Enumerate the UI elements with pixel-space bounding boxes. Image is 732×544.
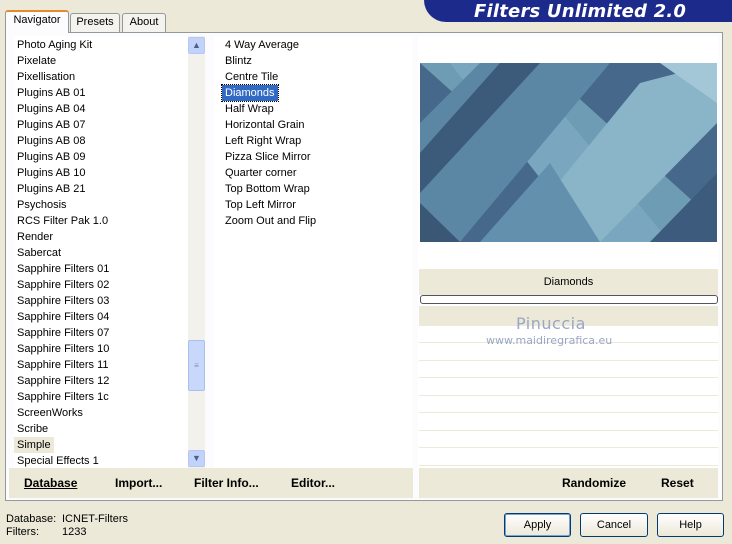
category-item[interactable]: Sapphire Filters 02: [14, 277, 112, 293]
category-item[interactable]: Pixellisation: [14, 69, 78, 85]
category-item[interactable]: Sapphire Filters 04: [14, 309, 112, 325]
category-scrollbar[interactable]: ▲ ≡ ▼: [188, 36, 205, 468]
category-item[interactable]: Pixelate: [14, 53, 59, 69]
category-item[interactable]: Photo Aging Kit: [14, 37, 95, 53]
category-item[interactable]: Sapphire Filters 10: [14, 341, 112, 357]
filter-item[interactable]: Zoom Out and Flip: [222, 213, 319, 229]
filter-item[interactable]: Half Wrap: [222, 101, 277, 117]
filter-item[interactable]: Centre Tile: [222, 69, 281, 85]
filter-item[interactable]: Diamonds: [221, 84, 279, 102]
filter-item[interactable]: Pizza Slice Mirror: [222, 149, 314, 165]
editor-button[interactable]: Editor...: [291, 476, 335, 490]
category-item[interactable]: ScreenWorks: [14, 405, 86, 421]
apply-button[interactable]: Apply: [504, 513, 571, 537]
scroll-down-arrow-icon[interactable]: ▼: [188, 450, 205, 467]
scroll-up-arrow-icon[interactable]: ▲: [188, 37, 205, 54]
tab-navigator[interactable]: Navigator: [5, 10, 69, 33]
filter-item[interactable]: Quarter corner: [222, 165, 300, 181]
slider-row: [419, 361, 718, 378]
category-item[interactable]: Sapphire Filters 03: [14, 293, 112, 309]
slider-row: [419, 396, 718, 413]
filter-item[interactable]: Horizontal Grain: [222, 117, 307, 133]
filter-item[interactable]: Blintz: [222, 53, 255, 69]
category-item[interactable]: Plugins AB 08: [14, 133, 89, 149]
database-button[interactable]: Database: [24, 476, 77, 490]
category-item[interactable]: Plugins AB 04: [14, 101, 89, 117]
category-item[interactable]: Sapphire Filters 11: [14, 357, 112, 373]
category-item[interactable]: Plugins AB 10: [14, 165, 89, 181]
category-item[interactable]: Plugins AB 07: [14, 117, 89, 133]
category-item[interactable]: Sabercat: [14, 245, 64, 261]
category-item[interactable]: Special Effects 1: [14, 453, 102, 468]
slider-row: [419, 431, 718, 448]
import-button[interactable]: Import...: [115, 476, 162, 490]
filter-item[interactable]: Top Left Mirror: [222, 197, 299, 213]
randomize-button[interactable]: Randomize: [562, 476, 626, 490]
category-item[interactable]: Psychosis: [14, 197, 70, 213]
filter-item[interactable]: 4 Way Average: [222, 37, 302, 53]
category-list[interactable]: Photo Aging Kit Pixelate Pixellisation Plug…: [14, 36, 188, 468]
filters-count-value: 1233: [62, 526, 87, 538]
preview-image: [420, 63, 717, 242]
slider-row: [419, 378, 718, 396]
slider-row: [419, 448, 718, 466]
category-item[interactable]: Simple: [14, 437, 54, 453]
selected-filter-name: Diamonds: [419, 269, 718, 295]
cancel-button[interactable]: Cancel: [580, 513, 648, 537]
tab-about[interactable]: About: [122, 13, 166, 32]
category-item[interactable]: Sapphire Filters 12: [14, 373, 112, 389]
app-title: Filters Unlimited 2.0: [474, 1, 687, 22]
category-item[interactable]: RCS Filter Pak 1.0: [14, 213, 111, 229]
watermark-url: www.maidiregrafica.eu: [486, 334, 613, 347]
reset-button[interactable]: Reset: [661, 476, 694, 490]
filter-item[interactable]: Top Bottom Wrap: [222, 181, 313, 197]
progress-bar: [420, 295, 718, 304]
scroll-thumb[interactable]: ≡: [188, 340, 205, 391]
tab-presets[interactable]: Presets: [70, 13, 120, 32]
category-item[interactable]: Scribe: [14, 421, 51, 437]
category-item[interactable]: Plugins AB 01: [14, 85, 89, 101]
category-item[interactable]: Render: [14, 229, 56, 245]
filter-list[interactable]: 4 Way Average Blintz Centre Tile Diamonds Ha…: [214, 36, 412, 468]
watermark-name: Pinuccia: [516, 314, 586, 333]
help-button[interactable]: Help: [657, 513, 724, 537]
category-item[interactable]: Plugins AB 21: [14, 181, 89, 197]
category-item[interactable]: Sapphire Filters 1c: [14, 389, 112, 405]
filter-info-button[interactable]: Filter Info...: [194, 476, 259, 490]
category-item[interactable]: Sapphire Filters 07: [14, 325, 112, 341]
database-label: Database:: [6, 513, 57, 525]
filter-item[interactable]: Left Right Wrap: [222, 133, 304, 149]
database-value: ICNET-Filters: [62, 513, 128, 525]
filters-count-label: Filters:: [6, 526, 39, 538]
slider-row: [419, 413, 718, 431]
category-item[interactable]: Plugins AB 09: [14, 149, 89, 165]
category-item[interactable]: Sapphire Filters 01: [14, 261, 112, 277]
